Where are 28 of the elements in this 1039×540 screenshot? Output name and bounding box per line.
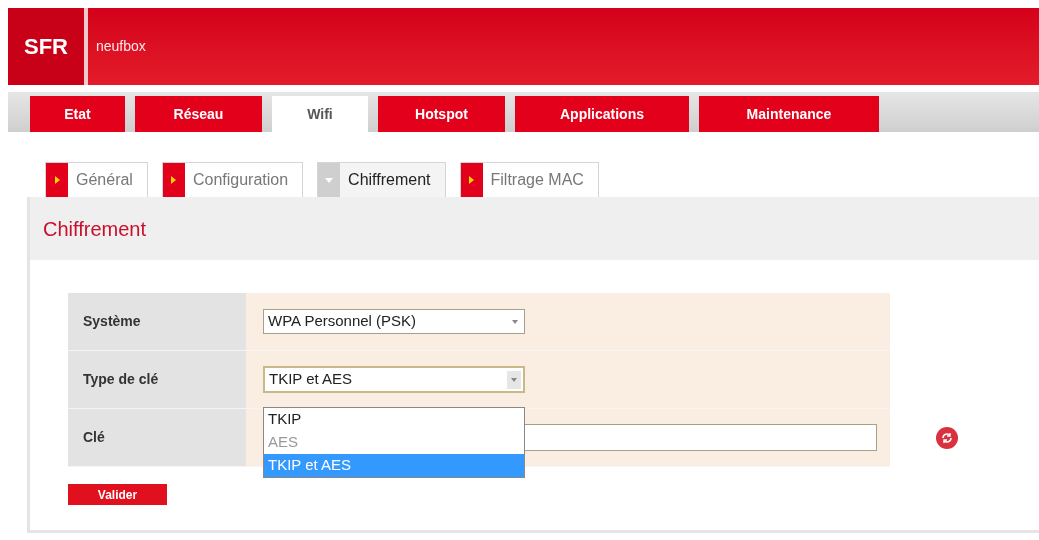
dropdown-arrow-icon (512, 319, 518, 324)
nav-tab[interactable]: Applications (515, 96, 689, 132)
field-label: Système (83, 312, 141, 331)
sub-tab[interactable]: Général (45, 162, 148, 197)
logo-text: SFR (24, 33, 68, 61)
field-label: Type de clé (83, 370, 159, 389)
dropdown-option[interactable]: TKIP (264, 408, 524, 431)
collapse-icon (318, 163, 341, 197)
nav-tab[interactable]: Wifi (272, 96, 368, 132)
refresh-icon[interactable] (936, 427, 958, 449)
dropdown-arrow-icon (511, 377, 517, 382)
play-icon (460, 163, 483, 197)
dropdown-option[interactable]: TKIP et AES (264, 454, 524, 477)
nav-tab[interactable]: Etat (30, 96, 125, 132)
dropdown-select[interactable]: TKIP et AES (263, 366, 525, 393)
panel-title: Chiffrement (43, 216, 146, 242)
nav-tab[interactable]: Réseau (135, 96, 262, 132)
submit-button[interactable]: Valider (68, 484, 167, 505)
dropdown-select[interactable]: WPA Personnel (PSK) (263, 309, 525, 334)
play-icon (46, 163, 68, 197)
nav-tab[interactable]: Maintenance (699, 96, 879, 132)
sub-tab[interactable]: Configuration (161, 162, 304, 197)
field-label: Clé (83, 428, 105, 447)
sub-tab[interactable]: Chiffrement (317, 162, 446, 197)
sub-tab[interactable]: Filtrage MAC (459, 162, 599, 197)
nav-tab[interactable]: Hotspot (378, 96, 505, 132)
product-name: neufbox (96, 37, 146, 56)
play-icon (162, 163, 185, 197)
